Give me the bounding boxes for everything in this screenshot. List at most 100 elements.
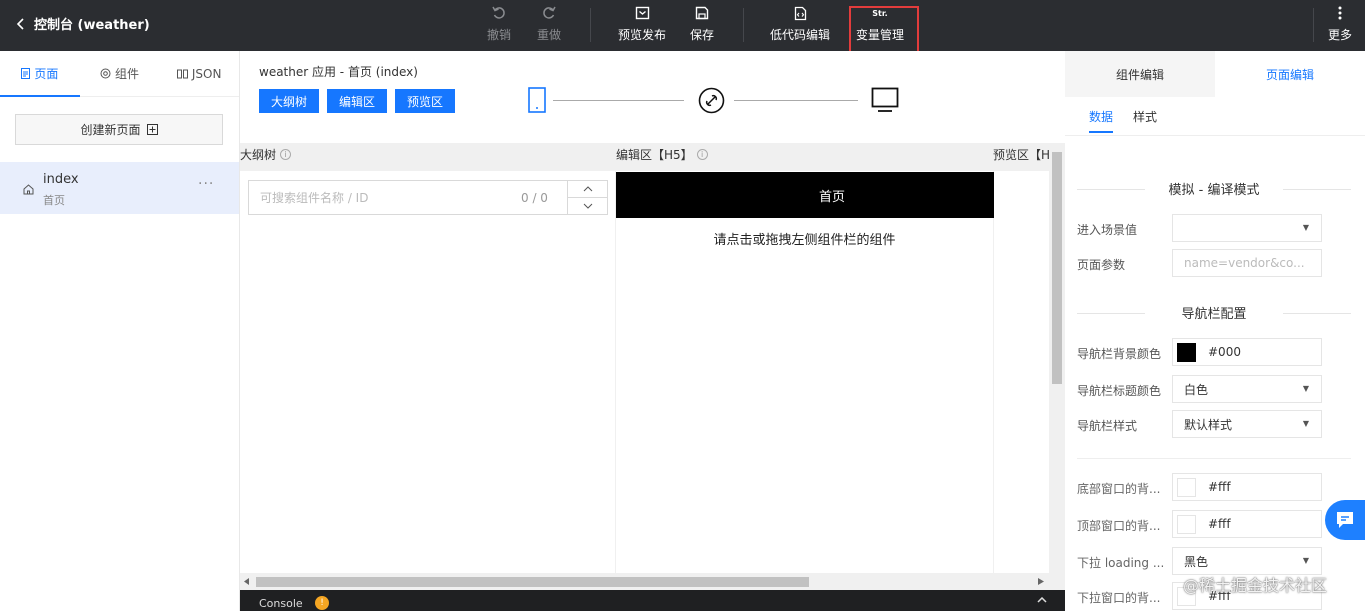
section-navbar-config: 导航栏配置 xyxy=(1077,303,1351,322)
device-connector xyxy=(553,100,684,101)
nav-style-select[interactable]: 默认样式 ▼ xyxy=(1172,410,1322,438)
horizontal-scroll-thumb[interactable] xyxy=(256,577,809,587)
nav-bg-color-input[interactable]: #000 xyxy=(1172,338,1322,366)
caret-down-icon: ▼ xyxy=(1302,556,1309,565)
page-icon xyxy=(21,68,31,79)
vertical-scrollbar[interactable] xyxy=(1049,148,1065,573)
create-page-button[interactable]: 创建新页面 xyxy=(15,114,223,145)
mobile-device-icon[interactable] xyxy=(528,87,546,113)
breadcrumb: weather 应用 - 首页 (index) xyxy=(259,65,418,79)
more-label: 更多 xyxy=(1327,28,1352,42)
top-bg-label: 顶部窗口的背... xyxy=(1077,519,1161,533)
bottom-bg-color-input[interactable]: #fff xyxy=(1172,473,1322,501)
top-bg-value: #fff xyxy=(1208,517,1231,531)
desktop-device-icon[interactable] xyxy=(871,87,899,113)
info-icon: i xyxy=(280,149,292,160)
section-compile-mode: 模拟 - 编译模式 xyxy=(1077,179,1351,198)
workspace-header: weather 应用 - 首页 (index) 大纲树 编辑区 预览区 xyxy=(240,51,1065,143)
params-label: 页面参数 xyxy=(1077,258,1126,272)
editor-canvas[interactable]: 首页 请点击或拖拽左侧组件栏的组件 xyxy=(616,171,1048,573)
more-button[interactable]: 更多 xyxy=(1326,4,1354,46)
editor-toggle-button[interactable]: 编辑区 xyxy=(327,89,387,113)
info-icon: i xyxy=(696,149,708,160)
h5-navbar: 首页 xyxy=(616,172,1048,218)
save-button[interactable]: 保存 xyxy=(689,4,715,46)
lowcode-edit-button[interactable]: 低代码编辑 xyxy=(768,4,832,46)
subtab-style[interactable]: 样式 xyxy=(1133,99,1157,133)
color-swatch[interactable] xyxy=(1177,514,1196,534)
scene-label: 进入场景值 xyxy=(1077,223,1138,237)
left-tabs: 页面 组件 JSON xyxy=(0,51,239,97)
right-properties-panel: 组件编辑 页面编辑 数据 样式 模拟 - 编译模式 进入场景值 ▼ 页面参数 n… xyxy=(1065,51,1365,611)
undo-button[interactable]: 撤销 xyxy=(486,4,512,46)
watermark: @稀土掘金技术社区 xyxy=(1183,576,1328,595)
editor-title: 编辑区【H5】 xyxy=(616,148,693,162)
scroll-right-icon[interactable] xyxy=(1038,578,1044,585)
preview-toggle-button[interactable]: 预览区 xyxy=(395,89,455,113)
component-search: 可搜索组件名称 / ID 0 / 0 xyxy=(248,180,608,215)
undo-label: 撤销 xyxy=(486,28,511,42)
nav-title-color-label: 导航栏标题颜色 xyxy=(1077,384,1162,398)
plus-square-icon xyxy=(146,124,158,135)
preview-publish-label: 预览发布 xyxy=(617,28,666,42)
highlight-box xyxy=(849,6,919,55)
chevron-up-icon xyxy=(583,186,592,192)
device-connector xyxy=(734,100,858,101)
bottom-bg-label: 底部窗口的背... xyxy=(1077,482,1161,496)
outline-column-header: 大纲树 i xyxy=(240,146,292,163)
component-search-input[interactable]: 可搜索组件名称 / ID xyxy=(249,181,521,214)
subtab-data[interactable]: 数据 xyxy=(1089,99,1114,133)
preview-publish-button[interactable]: 预览发布 xyxy=(616,4,668,46)
params-input[interactable]: name=vendor&co... xyxy=(1172,249,1322,277)
vertical-scroll-thumb[interactable] xyxy=(1052,152,1062,384)
redo-button[interactable]: 重做 xyxy=(536,4,562,46)
right-subtabs: 数据 样式 xyxy=(1089,99,1157,137)
page-list-item[interactable]: index 首页 ··· xyxy=(0,162,239,214)
outline-tree-panel: 可搜索组件名称 / ID 0 / 0 xyxy=(240,171,615,573)
left-sidebar: 页面 组件 JSON 创建新页面 index 首页 ··· xyxy=(0,51,240,611)
tab-component-edit[interactable]: 组件编辑 xyxy=(1065,51,1215,97)
toolbar-divider xyxy=(590,8,591,42)
pull-loading-select[interactable]: 黑色 ▼ xyxy=(1172,547,1322,575)
scene-select[interactable]: ▼ xyxy=(1172,214,1322,242)
tab-pages[interactable]: 页面 xyxy=(0,51,80,97)
outline-title: 大纲树 xyxy=(240,148,277,162)
chevron-down-icon xyxy=(583,203,592,209)
pull-loading-label: 下拉 loading ... xyxy=(1077,556,1165,570)
lowcode-edit-label: 低代码编辑 xyxy=(769,28,830,42)
tab-json-label: JSON xyxy=(191,66,222,81)
page-name: index xyxy=(43,172,79,187)
scroll-left-icon[interactable] xyxy=(244,578,250,585)
search-prev-button[interactable] xyxy=(568,181,607,198)
search-next-button[interactable] xyxy=(568,198,607,214)
back-button[interactable]: 控制台 (weather) xyxy=(16,14,150,33)
nav-title-color-select[interactable]: 白色 ▼ xyxy=(1172,375,1322,403)
tab-components-label: 组件 xyxy=(115,67,140,81)
horizontal-scrollbar[interactable] xyxy=(240,573,1049,590)
color-swatch[interactable] xyxy=(1177,477,1196,497)
tab-pages-label: 页面 xyxy=(34,67,59,81)
outline-toggle-button[interactable]: 大纲树 xyxy=(259,89,319,113)
editor-column-header: 编辑区【H5】 i xyxy=(616,146,708,163)
chat-bubble-icon xyxy=(1337,512,1353,528)
tab-page-edit[interactable]: 页面编辑 xyxy=(1215,51,1365,97)
create-page-label: 创建新页面 xyxy=(80,123,141,137)
preview-column-header: 预览区【H xyxy=(993,146,1050,163)
tab-json[interactable]: JSON xyxy=(159,51,239,96)
bottom-bg-value: #fff xyxy=(1208,480,1231,494)
component-icon xyxy=(100,68,111,79)
link-device-icon[interactable] xyxy=(698,87,725,114)
tab-components[interactable]: 组件 xyxy=(80,51,160,96)
console-bar[interactable]: Console ! xyxy=(240,590,1065,611)
caret-down-icon: ▼ xyxy=(1302,223,1309,232)
preview-window-icon xyxy=(635,4,650,22)
nav-bg-value: #000 xyxy=(1208,345,1241,359)
page-more-button[interactable]: ··· xyxy=(198,176,214,192)
color-swatch[interactable] xyxy=(1177,342,1196,362)
chat-feedback-button[interactable] xyxy=(1325,500,1365,540)
home-icon xyxy=(23,184,34,195)
top-bg-color-input[interactable]: #fff xyxy=(1172,510,1322,538)
nav-style-label: 导航栏样式 xyxy=(1077,419,1138,433)
chevron-up-icon[interactable] xyxy=(1037,597,1047,603)
divider xyxy=(1065,135,1365,136)
